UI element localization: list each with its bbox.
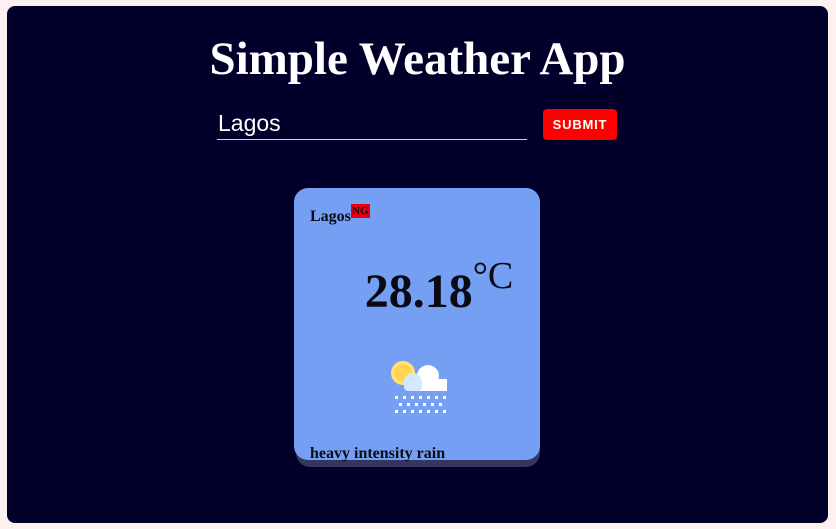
temperature-value: 28.18 bbox=[364, 265, 473, 318]
temperature-unit: °C bbox=[472, 255, 514, 297]
city-name: Lagos bbox=[310, 208, 351, 225]
weather-card: Lagos NG 28.18°C heavy intensity rain bbox=[294, 188, 540, 462]
temperature-display: 28.18°C bbox=[294, 257, 540, 320]
weather-description: heavy intensity rain bbox=[310, 445, 446, 462]
submit-button[interactable]: SUBMIT bbox=[543, 109, 617, 140]
sun-cloud-rain-icon bbox=[391, 361, 447, 413]
city-search-input[interactable] bbox=[217, 108, 527, 140]
page-title: Simple Weather App bbox=[209, 33, 626, 85]
app-container: Simple Weather App SUBMIT Lagos NG 28.18… bbox=[7, 6, 828, 523]
country-badge: NG bbox=[351, 204, 370, 218]
